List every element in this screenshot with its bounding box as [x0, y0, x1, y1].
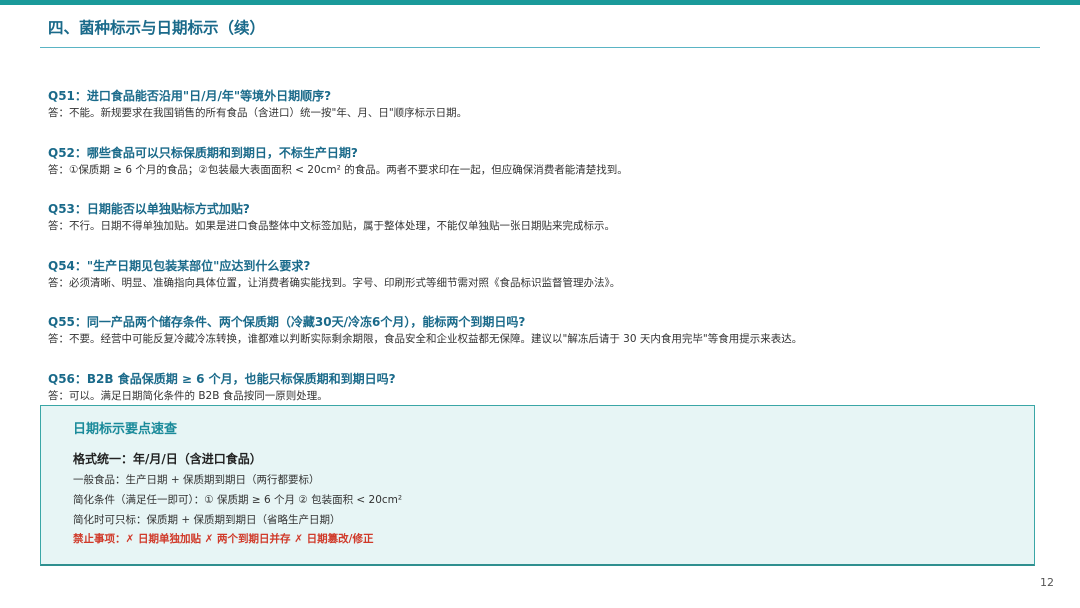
summary-line-conditions: 简化条件（满足任一即可）：① 保质期 ≥ 6 个月 ② 包装面积 < 20cm²: [73, 494, 403, 506]
answer-text: 答：可以。满足日期简化条件的 B2B 食品按同一原则处理。: [48, 389, 328, 402]
question-text: Q56：B2B 食品保质期 ≥ 6 个月，也能只标保质期和到期日吗?: [48, 371, 396, 386]
summary-line-simplified: 简化时可只标：保质期 + 保质期到期日（省略生产日期）: [73, 514, 341, 526]
answer-text: 答：不行。日期不得单独加贴。如果是进口食品整体中文标签加贴，属于整体处理，不能仅…: [48, 220, 615, 232]
page-number: 12: [1040, 576, 1054, 589]
answer-text: 答：不能。新规要求在我国销售的所有食品（含进口）统一按"年、月、日"顺序标示日期…: [48, 107, 468, 119]
qa-item-q55: Q55：同一产品两个储存条件、两个保质期（冷藏30天/冷冻6个月），能标两个到期…: [48, 314, 1048, 371]
title-divider: [40, 47, 1040, 48]
question-text: Q52：哪些食品可以只标保质期和到期日，不标生产日期?: [48, 145, 358, 160]
summary-prohibitions: 禁止事项：✗ 日期单独加贴 ✗ 两个到期日并存 ✗ 日期篡改/修正: [73, 533, 374, 545]
summary-heading: 格式统一：年/月/日（含进口食品）: [73, 452, 262, 466]
qa-item-q54: Q54："生产日期见包装某部位"应达到什么要求? 答：必须清晰、明显、准确指向具…: [48, 258, 1048, 315]
qa-item-q53: Q53：日期能否以单独贴标方式加贴? 答：不行。日期不得单独加贴。如果是进口食品…: [48, 201, 1048, 258]
qa-item-q51: Q51：进口食品能否沿用"日/月/年"等境外日期顺序? 答：不能。新规要求在我国…: [48, 88, 1048, 145]
qa-list: Q51：进口食品能否沿用"日/月/年"等境外日期顺序? 答：不能。新规要求在我国…: [48, 88, 1048, 427]
question-text: Q51：进口食品能否沿用"日/月/年"等境外日期顺序?: [48, 89, 332, 103]
question-text: Q53：日期能否以单独贴标方式加贴?: [48, 202, 250, 216]
answer-text: 答：必须清晰、明显、准确指向具体位置，让消费者确实能找到。字号、印刷形式等细节需…: [48, 276, 621, 289]
top-accent-bar: [0, 0, 1080, 5]
question-text: Q54："生产日期见包装某部位"应达到什么要求?: [48, 258, 311, 273]
question-text: Q55：同一产品两个储存条件、两个保质期（冷藏30天/冷冻6个月），能标两个到期…: [48, 315, 526, 329]
page-title: 四、菌种标示与日期标示（续）: [48, 19, 266, 37]
summary-line-general: 一般食品：生产日期 + 保质期到期日（两行都要标）: [73, 474, 320, 486]
answer-text: 答：①保质期 ≥ 6 个月的食品；②包装最大表面面积 < 20cm² 的食品。两…: [48, 163, 628, 176]
qa-item-q52: Q52：哪些食品可以只标保质期和到期日，不标生产日期? 答：①保质期 ≥ 6 个…: [48, 145, 1048, 202]
answer-text: 答：不要。经营中可能反复冷藏冷冻转换，谁都难以判断实际剩余期限，食品安全和企业权…: [48, 333, 803, 345]
summary-title: 日期标示要点速查: [73, 422, 178, 437]
summary-box: 日期标示要点速查 格式统一：年/月/日（含进口食品） 一般食品：生产日期 + 保…: [40, 405, 1035, 566]
